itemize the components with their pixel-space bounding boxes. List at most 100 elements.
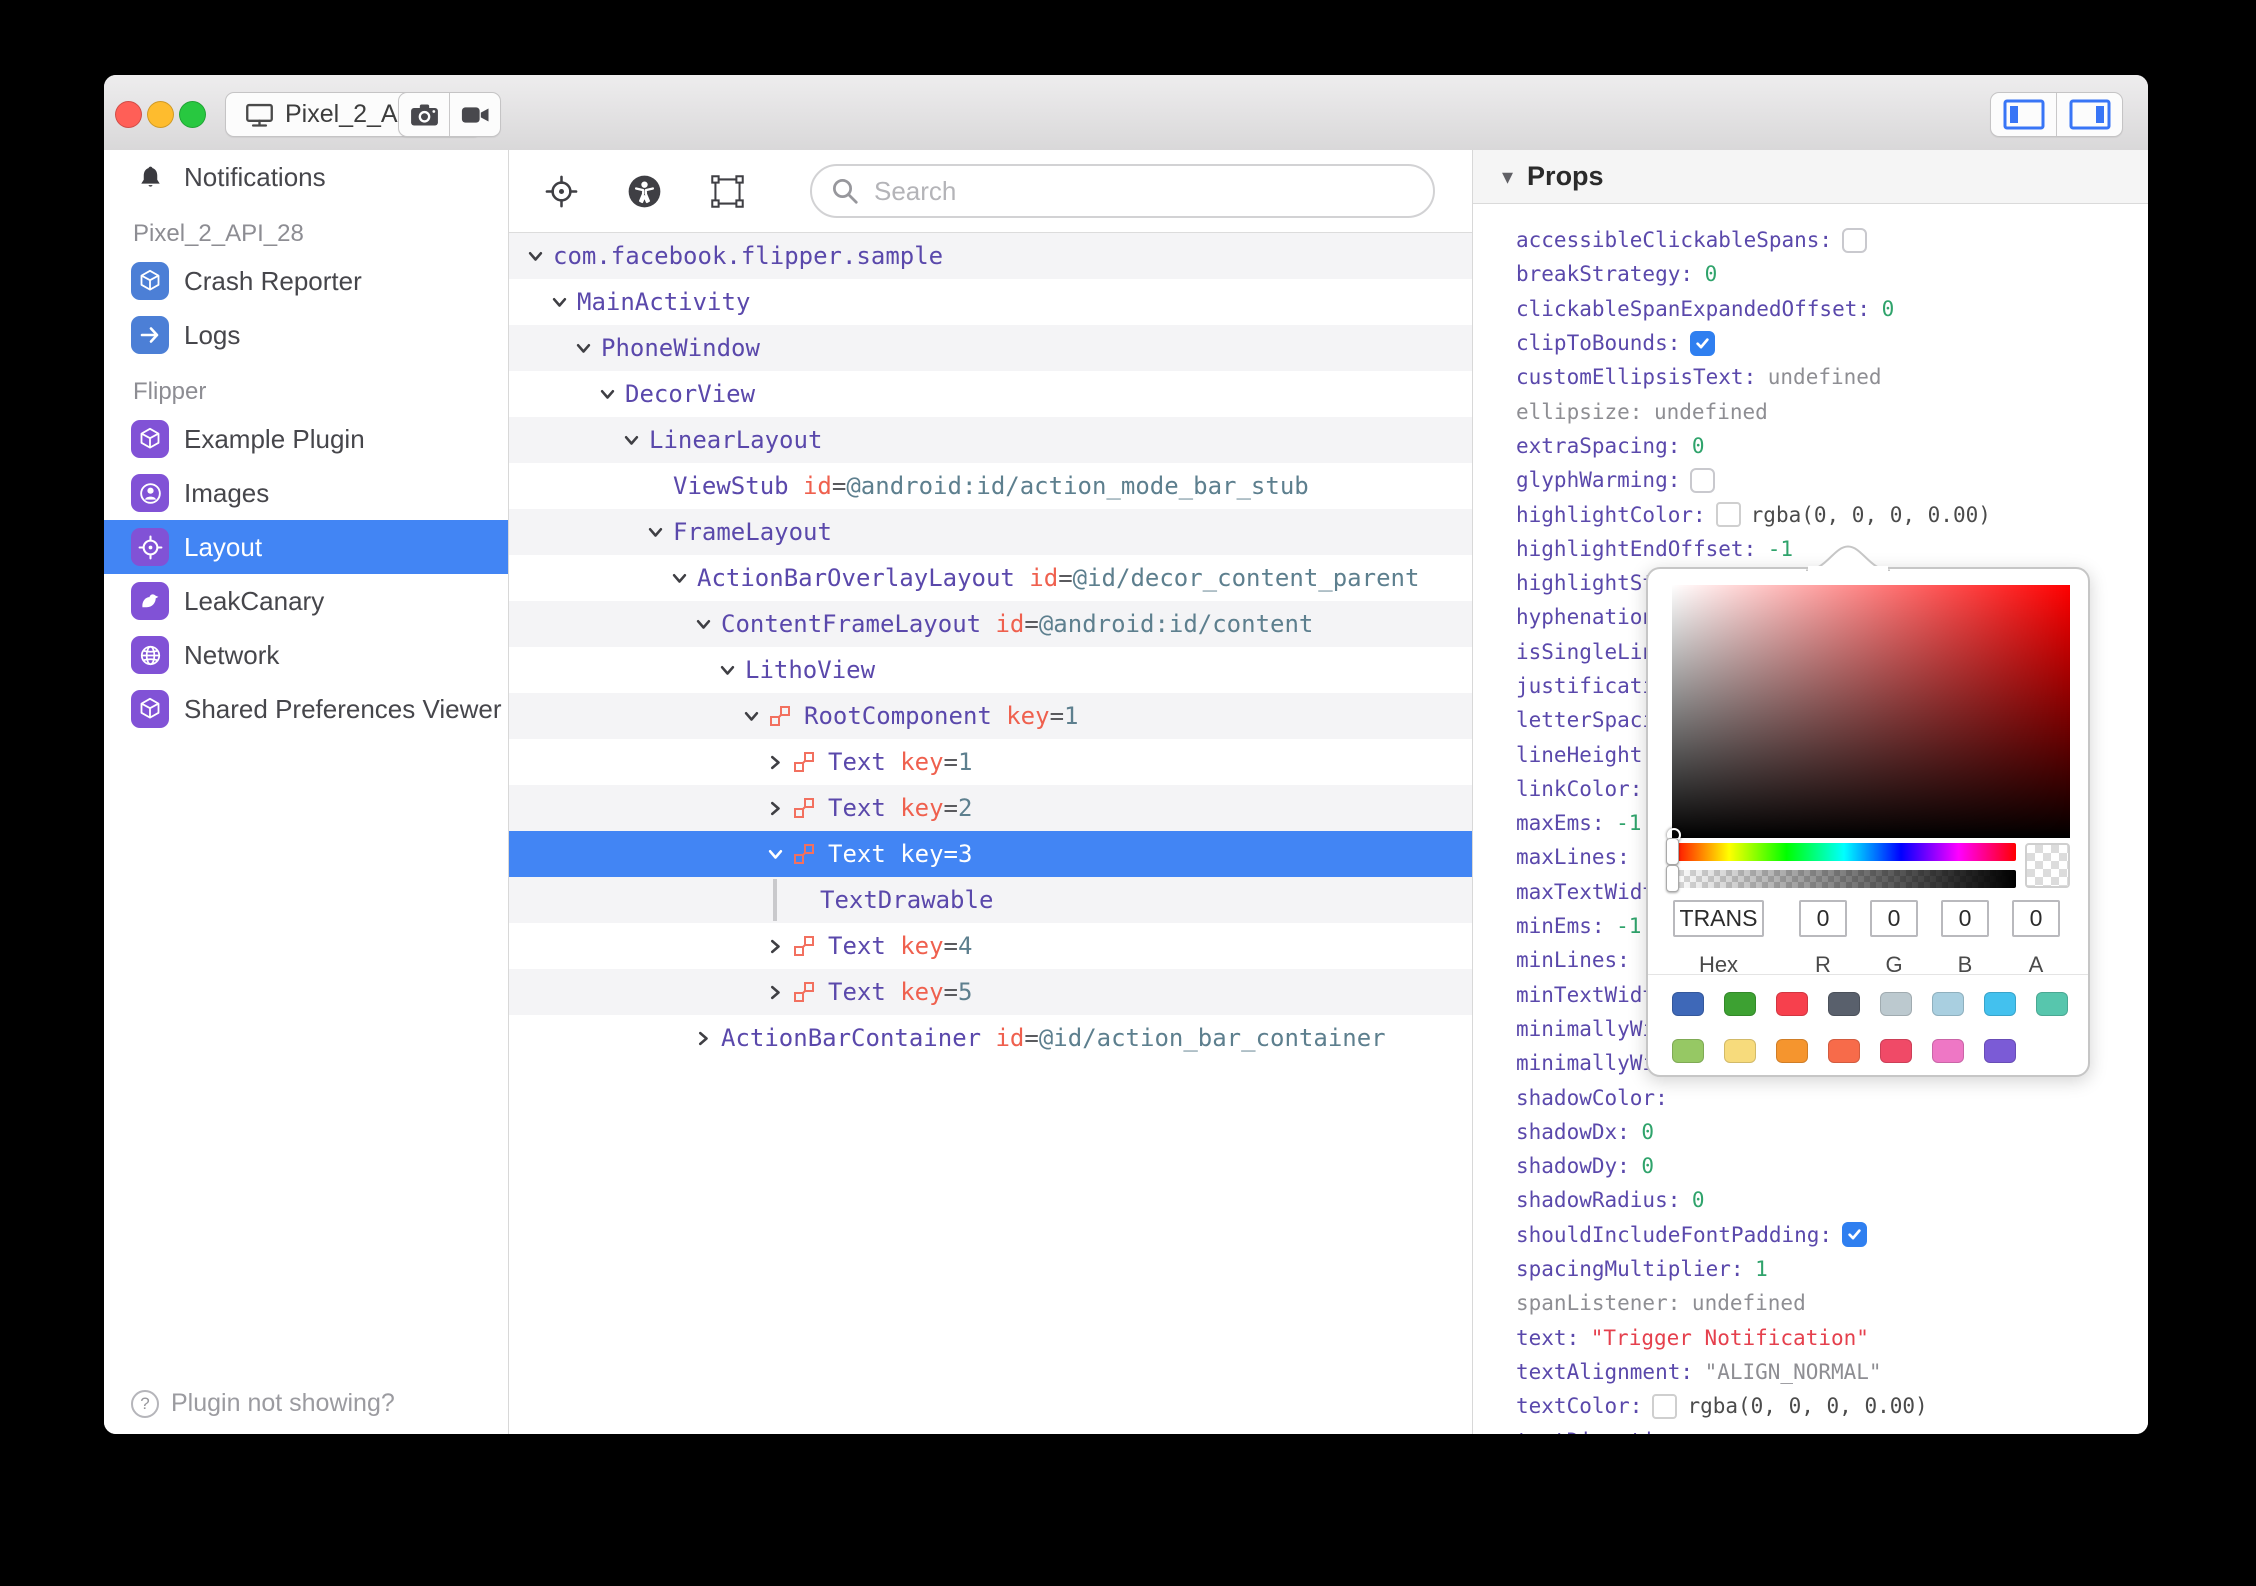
preset-color-swatch[interactable] bbox=[1932, 1039, 1964, 1063]
tree-node-contentframelayout--android-id-content[interactable]: ContentFrameLayout id = @android:id/content bbox=[509, 601, 1472, 647]
target-mode-icon[interactable] bbox=[545, 175, 578, 208]
hue-slider[interactable] bbox=[1672, 843, 2016, 861]
preset-color-swatch[interactable] bbox=[1724, 992, 1756, 1016]
chevron-down-icon[interactable] bbox=[768, 847, 784, 862]
alpha-slider[interactable] bbox=[1672, 870, 2016, 888]
preset-color-swatch[interactable] bbox=[1880, 992, 1912, 1016]
tree-node-text-2[interactable]: Text key = 2 bbox=[509, 785, 1472, 831]
zoom-button[interactable] bbox=[179, 101, 206, 128]
bell-icon bbox=[131, 164, 169, 191]
sidebar-item-label: Layout bbox=[184, 531, 263, 562]
checkbox-unchecked[interactable] bbox=[1842, 227, 1868, 253]
checkbox-checked[interactable] bbox=[1842, 1222, 1868, 1248]
tree-node-viewstub--android-id-action-mode-bar-stub[interactable]: ViewStub id = @android:id/action_mode_bar_s… bbox=[509, 463, 1472, 509]
hue-slider-handle[interactable] bbox=[1666, 838, 1679, 865]
toggle-left-panel-button[interactable] bbox=[1991, 93, 2056, 136]
tree-node-text-1[interactable]: Text key = 1 bbox=[509, 739, 1472, 785]
alpha-input[interactable] bbox=[2012, 900, 2060, 937]
red-input[interactable] bbox=[1799, 900, 1847, 937]
preset-color-swatch[interactable] bbox=[1932, 992, 1964, 1016]
sidebar-item-shared-preferences-viewer[interactable]: Shared Preferences Viewer bbox=[104, 682, 508, 736]
chevron-down-icon[interactable] bbox=[648, 525, 664, 540]
preset-color-swatch[interactable] bbox=[1672, 992, 1704, 1016]
accessibility-icon[interactable] bbox=[628, 175, 661, 208]
sidebar-item-images[interactable]: Images bbox=[104, 466, 508, 520]
preset-color-swatch[interactable] bbox=[1776, 992, 1808, 1016]
minimize-button[interactable] bbox=[147, 101, 174, 128]
sidebar-item-logs[interactable]: Logs bbox=[104, 308, 508, 362]
chevron-down-icon[interactable] bbox=[600, 387, 616, 402]
search-field[interactable] bbox=[810, 164, 1435, 218]
props-header[interactable]: ▾ Props bbox=[1473, 150, 2148, 204]
sidebar-item-example-plugin[interactable]: Example Plugin bbox=[104, 412, 508, 466]
tree-node-actionbaroverlaylayout--id-decor-content-parent[interactable]: ActionBarOverlayLayout id = @id/decor_conte… bbox=[509, 555, 1472, 601]
sidebar-item-network[interactable]: Network bbox=[104, 628, 508, 682]
chevron-down-icon[interactable] bbox=[696, 617, 712, 632]
tree-node-linearlayout[interactable]: LinearLayout bbox=[509, 417, 1472, 463]
tree-node-textdrawable[interactable]: TextDrawable bbox=[509, 877, 1472, 923]
checkbox-checked[interactable] bbox=[1690, 330, 1716, 356]
green-input[interactable] bbox=[1870, 900, 1918, 937]
tree-node-mainactivity[interactable]: MainActivity bbox=[509, 279, 1472, 325]
chevron-down-icon[interactable] bbox=[744, 709, 760, 724]
sidebar-item-label: Example Plugin bbox=[184, 423, 365, 454]
tree-node-decorview[interactable]: DecorView bbox=[509, 371, 1472, 417]
tree-node-com-facebook-flipper-sample[interactable]: com.facebook.flipper.sample bbox=[509, 233, 1472, 279]
chevron-right-icon[interactable] bbox=[768, 755, 784, 770]
chevron-down-icon[interactable] bbox=[576, 341, 592, 356]
preset-color-swatch[interactable] bbox=[1828, 1039, 1860, 1063]
sidebar-item-leakcanary[interactable]: LeakCanary bbox=[104, 574, 508, 628]
tree-node-text-5[interactable]: Text key = 5 bbox=[509, 969, 1472, 1015]
preset-color-swatch[interactable] bbox=[1672, 1039, 1704, 1063]
chevron-down-icon[interactable] bbox=[672, 571, 688, 586]
sidebar-item-label: Crash Reporter bbox=[184, 265, 362, 296]
toggle-right-panel-button[interactable] bbox=[2056, 93, 2122, 136]
preset-color-swatch[interactable] bbox=[1828, 992, 1860, 1016]
preset-color-swatch[interactable] bbox=[2036, 992, 2068, 1016]
tree-node-actionbarcontainer--id-action-bar-container[interactable]: ActionBarContainer id = @id/action_bar_cont… bbox=[509, 1015, 1472, 1061]
chevron-down-icon[interactable] bbox=[552, 295, 568, 310]
tree-node-rootcomponent-1[interactable]: RootComponent key = 1 bbox=[509, 693, 1472, 739]
color-swatch-control[interactable] bbox=[1652, 1393, 1678, 1419]
node-name: DecorView bbox=[625, 380, 756, 408]
preset-color-swatch[interactable] bbox=[1984, 992, 2016, 1016]
preset-color-swatch[interactable] bbox=[1984, 1039, 2016, 1063]
chevron-down-icon[interactable] bbox=[624, 433, 640, 448]
chevron-right-icon[interactable] bbox=[768, 985, 784, 1000]
checkbox-unchecked[interactable] bbox=[1690, 467, 1716, 493]
layout-tree-panel: com.facebook.flipper.sample MainActivity P… bbox=[509, 150, 1473, 1434]
globe-icon bbox=[131, 636, 169, 674]
sidebar-item-layout[interactable]: Layout bbox=[104, 520, 508, 574]
chevron-down-icon[interactable] bbox=[528, 249, 544, 264]
tree-node-phonewindow[interactable]: PhoneWindow bbox=[509, 325, 1472, 371]
tree-node-lithoview[interactable]: LithoView bbox=[509, 647, 1472, 693]
prop-value: "ALIGN_NORMAL" bbox=[1704, 1359, 1882, 1384]
plugin-help-link[interactable]: ? Plugin not showing? bbox=[131, 1389, 395, 1418]
saturation-value-area[interactable] bbox=[1672, 585, 2070, 838]
chevron-down-icon[interactable] bbox=[720, 663, 736, 678]
preset-color-swatch[interactable] bbox=[1724, 1039, 1756, 1063]
preset-color-swatch[interactable] bbox=[1880, 1039, 1912, 1063]
sidebar-item-crash-reporter[interactable]: Crash Reporter bbox=[104, 254, 508, 308]
chevron-right-icon[interactable] bbox=[768, 939, 784, 954]
screenshot-button[interactable] bbox=[399, 93, 449, 136]
prop-key: spacingMultiplier: bbox=[1516, 1257, 1744, 1282]
screen-record-button[interactable] bbox=[449, 93, 500, 136]
preset-color-swatch[interactable] bbox=[1776, 1039, 1808, 1063]
hex-input[interactable] bbox=[1673, 900, 1764, 937]
tree-node-text-4[interactable]: Text key = 4 bbox=[509, 923, 1472, 969]
prop-key: shadowDx: bbox=[1516, 1119, 1630, 1144]
alpha-slider-handle[interactable] bbox=[1666, 865, 1679, 892]
close-button[interactable] bbox=[115, 101, 142, 128]
color-swatch-control[interactable] bbox=[1715, 502, 1741, 528]
sidebar-item-notifications[interactable]: Notifications bbox=[104, 150, 508, 204]
tree-node-framelayout[interactable]: FrameLayout bbox=[509, 509, 1472, 555]
search-input[interactable] bbox=[872, 174, 1415, 208]
attr-key: key bbox=[1006, 702, 1050, 730]
chevron-right-icon[interactable] bbox=[696, 1031, 712, 1046]
avatar-icon bbox=[131, 474, 169, 512]
chevron-right-icon[interactable] bbox=[768, 801, 784, 816]
frame-select-icon[interactable] bbox=[711, 174, 744, 208]
tree-node-text-3[interactable]: Text key = 3 bbox=[509, 831, 1472, 877]
blue-input[interactable] bbox=[1941, 900, 1989, 937]
